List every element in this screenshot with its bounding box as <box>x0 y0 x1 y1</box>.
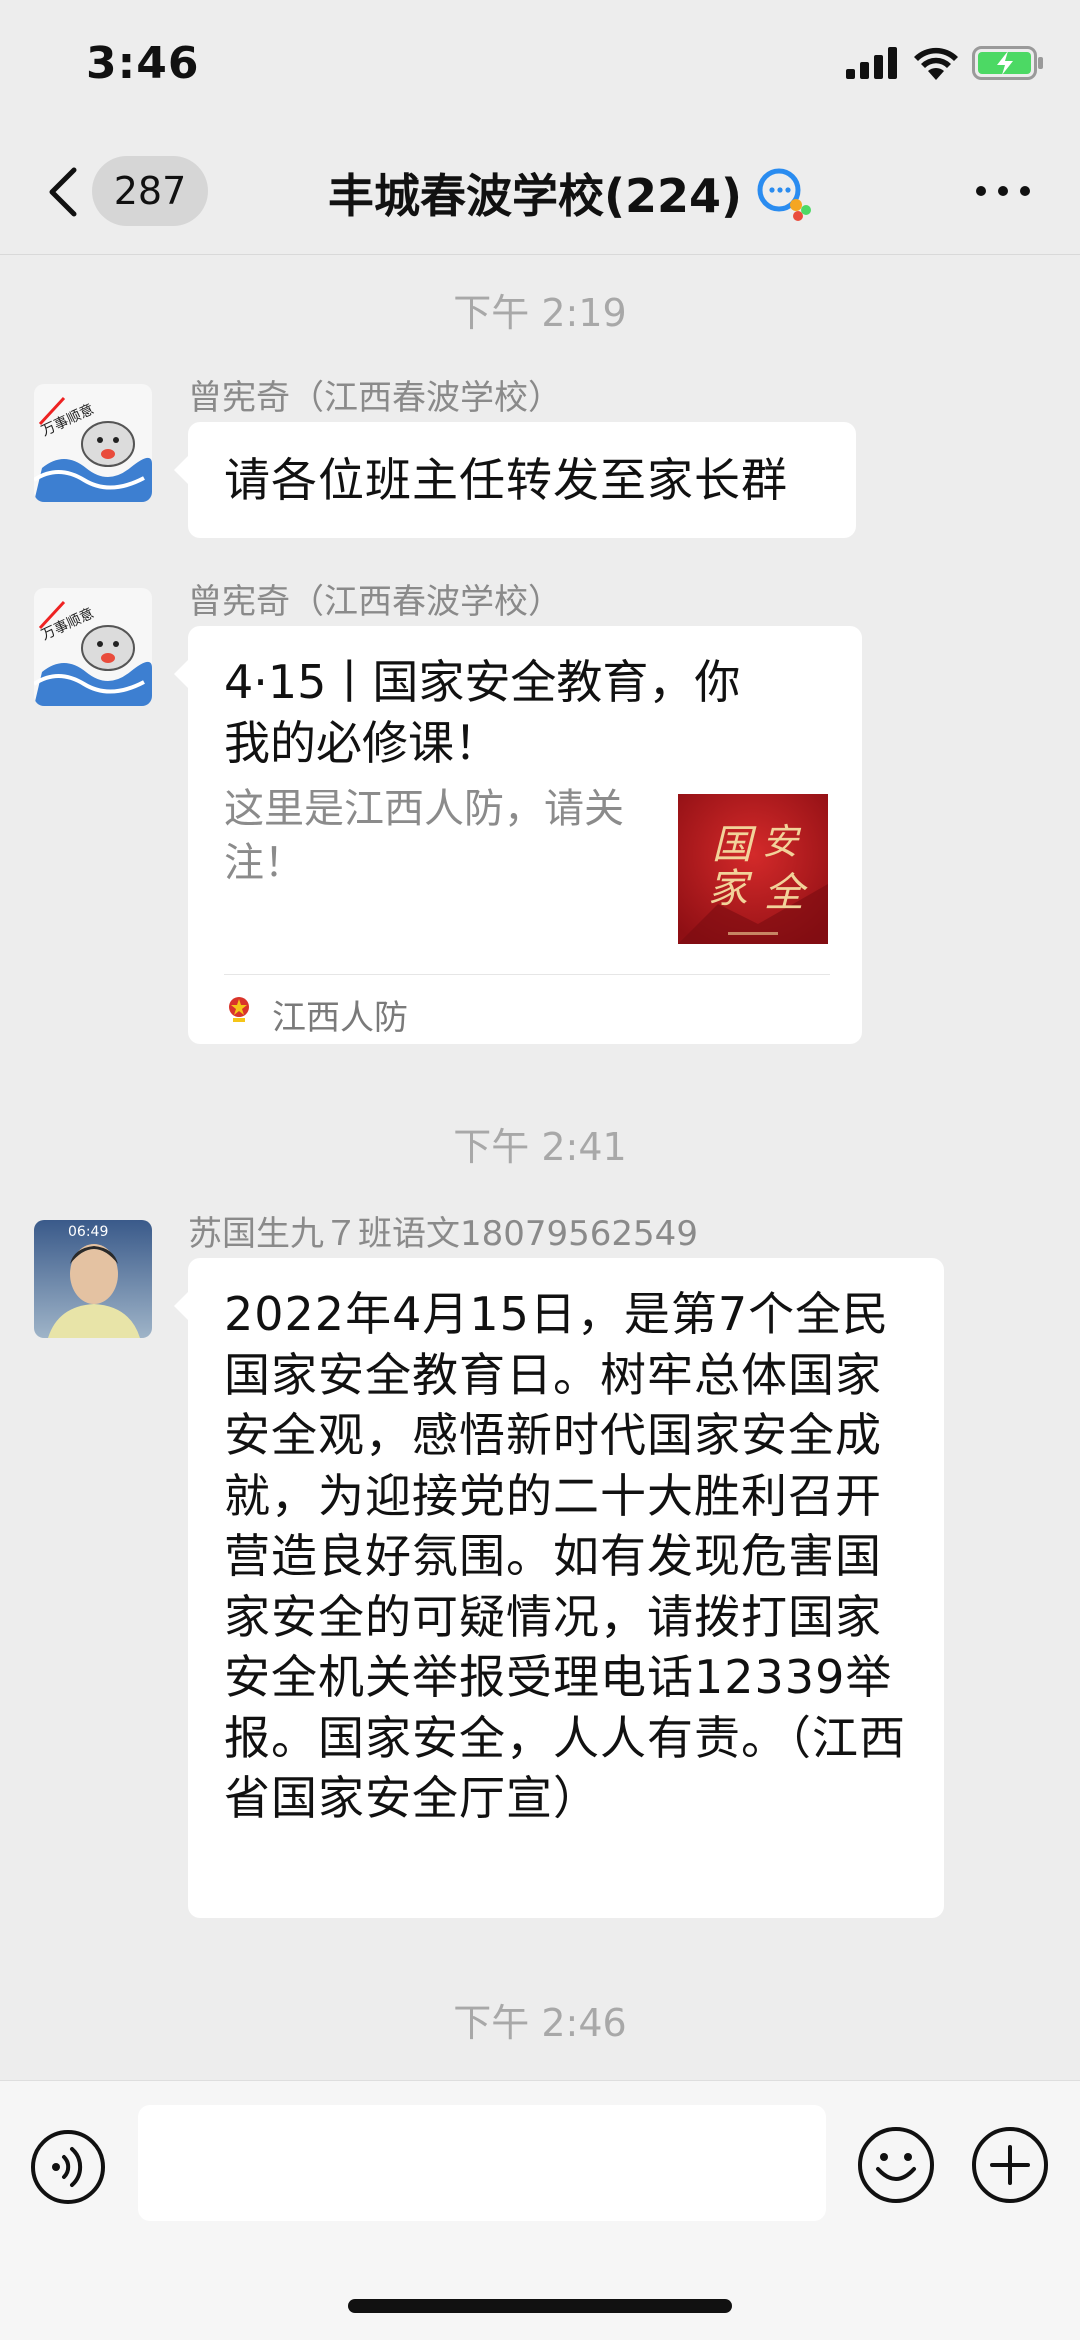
sender-name: 苏国生九７班语文18079562549 <box>188 1214 698 1254</box>
battery-charging-icon <box>972 46 1043 80</box>
plus-icon[interactable] <box>970 2125 1050 2205</box>
unread-count-badge[interactable]: 287 <box>92 156 208 226</box>
status-icons <box>846 46 1044 80</box>
wifi-icon <box>914 47 958 80</box>
svg-text:国: 国 <box>712 822 757 868</box>
message-input[interactable] <box>138 2105 826 2221</box>
cellular-signal-icon <box>846 47 897 79</box>
voice-icon[interactable] <box>30 2129 106 2205</box>
wecom-group-icon <box>757 168 811 221</box>
chevron-left-icon[interactable] <box>44 164 84 220</box>
emblem-icon <box>229 997 249 1022</box>
avatar[interactable]: 06:49 <box>34 1220 152 1338</box>
link-card-thumbnail: 国 安 家 全 <box>678 794 828 944</box>
more-dots-icon[interactable] <box>976 186 1030 196</box>
message-text: 2022年4月15日，是第7个全民国家安全教育日。树牢总体国家安全观，感悟新时代… <box>224 1287 906 1825</box>
svg-text:安: 安 <box>762 822 802 863</box>
svg-text:06:49: 06:49 <box>68 1224 108 1240</box>
chat-input-bar <box>0 2080 1080 2340</box>
avatar[interactable]: 万事顺意 <box>34 588 152 706</box>
home-indicator <box>348 2299 732 2313</box>
chat-header: 287 丰城春波学校(224) <box>0 130 1080 255</box>
avatar[interactable]: 万事顺意 <box>34 384 152 502</box>
svg-text:家: 家 <box>708 866 753 912</box>
sender-name: 曾宪奇（江西春波学校） <box>188 582 562 622</box>
message-bubble[interactable]: 请各位班主任转发至家长群 <box>174 422 856 538</box>
link-card-source: 江西人防 <box>272 998 408 1038</box>
timestamp: 下午 2:19 <box>453 291 627 335</box>
chat-title: 丰城春波学校(224) <box>328 169 743 223</box>
emoji-icon[interactable] <box>856 2125 936 2205</box>
timestamp: 下午 2:41 <box>453 1125 627 1169</box>
status-bar: 3:46 <box>0 0 1080 130</box>
sender-name: 曾宪奇（江西春波学校） <box>188 378 562 418</box>
status-time: 3:46 <box>86 38 200 89</box>
link-card-title: 4·15丨国家安全教育，你我的必修课！ <box>224 655 741 770</box>
message-text: 请各位班主任转发至家长群 <box>224 453 788 507</box>
link-card[interactable]: 4·15丨国家安全教育，你我的必修课！ 这里是江西人防，请关注！ 国 安 家 全… <box>174 626 862 1044</box>
link-card-description: 这里是江西人防，请关注！ <box>224 786 624 886</box>
timestamp: 下午 2:46 <box>453 2001 627 2045</box>
link-card-divider <box>224 974 830 975</box>
message-bubble[interactable]: 2022年4月15日，是第7个全民国家安全教育日。树牢总体国家安全观，感悟新时代… <box>174 1258 944 1918</box>
svg-text:全: 全 <box>764 870 808 916</box>
